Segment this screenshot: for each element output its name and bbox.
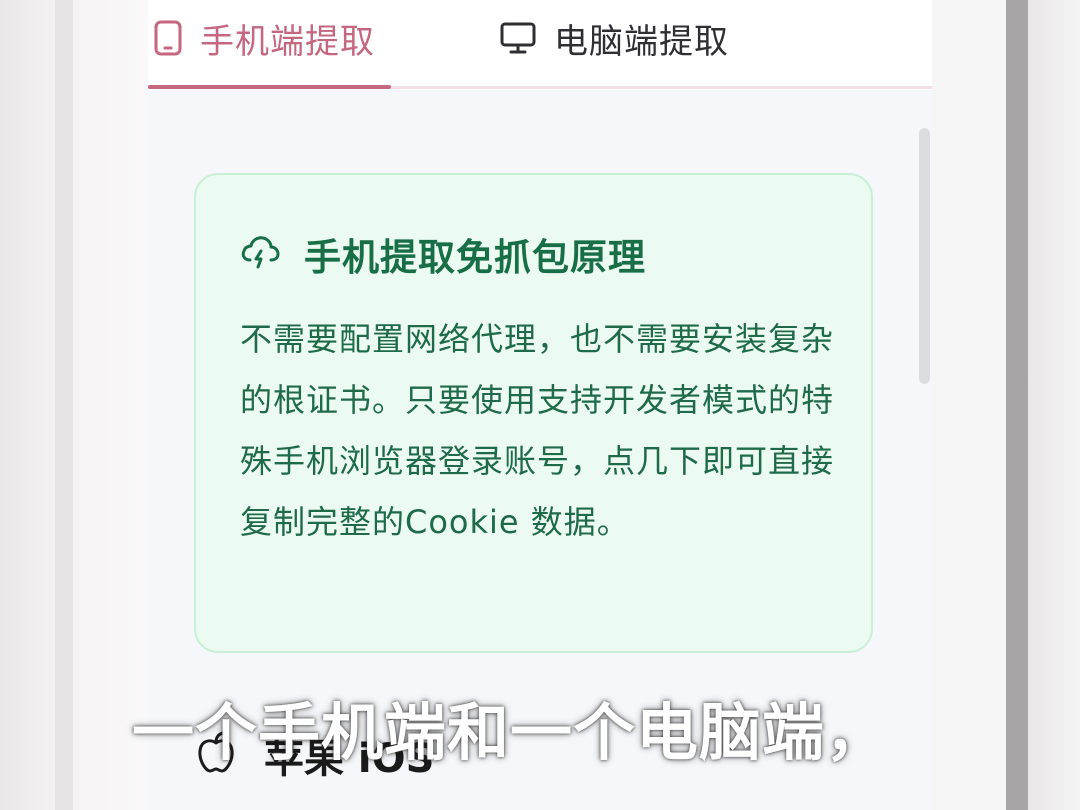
phone-icon xyxy=(154,20,182,56)
video-frame-left xyxy=(0,0,148,810)
monitor-icon xyxy=(500,21,536,55)
card-title: 手机提取免抓包原理 xyxy=(304,236,646,279)
tab-active-indicator xyxy=(148,85,391,89)
tab-bar: 手机端提取 电脑端提取 xyxy=(148,0,932,90)
card-body-text: 不需要配置网络代理，也不需要安装复杂的根证书。只要使用支持开发者模式的特殊手机浏… xyxy=(240,320,835,541)
video-frame-right xyxy=(932,0,1080,810)
card-header: 手机提取免抓包原理 xyxy=(240,227,646,281)
tab-pc-label: 电脑端提取 xyxy=(554,21,729,62)
cloud-lightning-icon xyxy=(240,234,280,274)
video-subtitle: 一个手机端和一个电脑端， xyxy=(132,696,889,769)
tab-pc-extract[interactable]: 电脑端提取 xyxy=(500,12,729,64)
tab-phone-extract[interactable]: 手机端提取 xyxy=(154,12,375,64)
tab-phone-label: 手机端提取 xyxy=(200,21,375,62)
scrollbar-thumb[interactable] xyxy=(919,128,930,384)
info-card: 手机提取免抓包原理 不需要配置网络代理，也不需要安装复杂的根证书。只要使用支持开… xyxy=(194,173,873,653)
